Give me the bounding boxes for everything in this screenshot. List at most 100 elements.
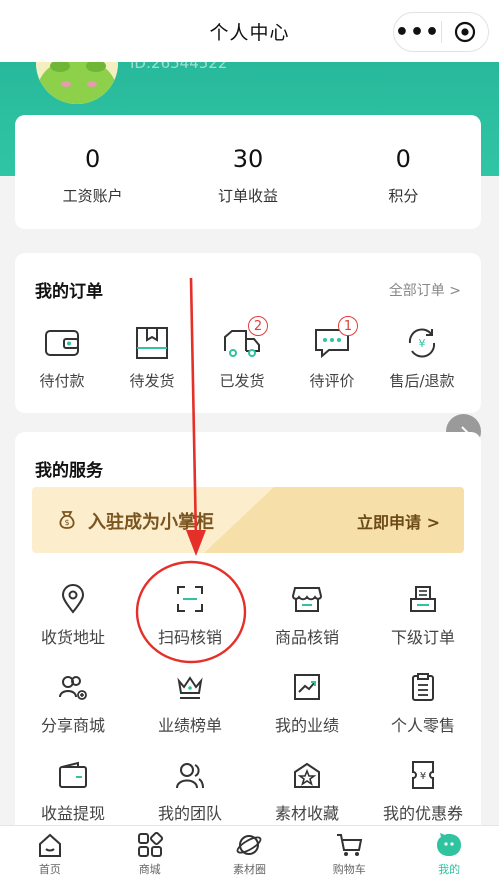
service-leaderboard[interactable]: 业绩榜单 [132, 670, 248, 736]
services-header: 我的服务 [15, 432, 481, 481]
order-shipped[interactable]: 2 已发货 [197, 316, 287, 391]
stat-value: 0 [85, 145, 101, 173]
service-label: 我的优惠券 [382, 804, 463, 823]
refund-icon: ¥ [408, 328, 436, 358]
service-share-mall[interactable]: 分享商城 [15, 670, 131, 736]
nav-bar: 个人中心 ••• [0, 0, 499, 62]
stat-points[interactable]: 0 积分 [326, 115, 481, 229]
share-users-icon [59, 676, 87, 700]
tab-cart[interactable]: 购物车 [299, 826, 399, 884]
stat-label: 工资账户 [62, 187, 123, 205]
service-my-coupons[interactable]: ¥ 我的优惠券 [365, 758, 481, 824]
service-label: 分享商城 [40, 716, 105, 735]
my-services-card: 我的服务 $ 入驻成为小掌柜 立即申请 > 收货地址 扫码核销 商品核销 下级订… [15, 432, 481, 852]
avatar[interactable] [36, 56, 118, 104]
order-pending-payment[interactable]: 待付款 [17, 324, 107, 391]
location-icon [61, 584, 85, 614]
shop-icon [292, 587, 322, 612]
svg-text:¥: ¥ [420, 771, 426, 782]
tab-label: 购物车 [332, 863, 366, 876]
bottom-tab-bar: 首页 商城 素材圈 购物车 我的 [0, 825, 499, 884]
order-item-label: 待付款 [39, 372, 85, 390]
package-icon [136, 327, 168, 359]
order-pending-shipment[interactable]: 待发货 [107, 324, 197, 391]
service-label: 个人零售 [390, 716, 455, 735]
service-label: 收益提现 [40, 804, 105, 823]
service-label: 下级订单 [390, 628, 455, 647]
order-after-sales[interactable]: ¥ 售后/退款 [377, 324, 467, 391]
apply-now-button[interactable]: 立即申请 > [357, 509, 440, 533]
scan-icon [177, 586, 203, 612]
stat-wage-account[interactable]: 0 工资账户 [15, 115, 170, 229]
service-label: 我的业绩 [274, 716, 339, 735]
svg-text:¥: ¥ [419, 337, 426, 350]
service-label: 我的团队 [157, 804, 222, 823]
stat-order-income[interactable]: 30 订单收益 [170, 115, 325, 229]
order-item-label: 待评价 [309, 372, 355, 390]
order-status-row: 待付款 待发货 2 已发货 1 待评价 ¥ 售后/退款 [15, 316, 481, 391]
planet-icon [237, 835, 262, 855]
service-label: 扫码核销 [157, 628, 222, 647]
stat-label: 订单收益 [217, 187, 278, 205]
order-pending-review[interactable]: 1 待评价 [287, 316, 377, 391]
more-icon: ••• [394, 19, 441, 45]
frog-avatar-icon [36, 56, 118, 104]
service-label: 素材收藏 [274, 804, 339, 823]
star-box-icon [294, 762, 320, 788]
wallet-icon [45, 330, 79, 356]
tab-home[interactable]: 首页 [0, 826, 100, 884]
service-personal-retail[interactable]: 个人零售 [365, 670, 481, 736]
mini-program-capsule: ••• [393, 12, 489, 52]
money-bag-icon: $ [59, 511, 75, 529]
page-title: 个人中心 [209, 21, 290, 44]
services-title: 我的服务 [35, 461, 103, 481]
service-shipping-address[interactable]: 收货地址 [15, 582, 131, 648]
service-withdraw[interactable]: 收益提现 [15, 758, 131, 824]
order-item-label: 已发货 [219, 372, 265, 390]
service-label: 商品核销 [274, 628, 339, 647]
close-mini-program-button[interactable] [442, 21, 488, 43]
coupon-icon: ¥ [412, 761, 434, 789]
service-label: 业绩榜单 [157, 716, 222, 735]
stat-value: 0 [395, 145, 411, 173]
service-my-team[interactable]: 我的团队 [132, 758, 248, 824]
banner-text: 入驻成为小掌柜 [88, 512, 214, 533]
team-icon [176, 763, 204, 789]
stats-card: 0 工资账户 30 订单收益 0 积分 [15, 115, 481, 229]
service-sub-orders[interactable]: 下级订单 [365, 582, 481, 648]
tab-mall[interactable]: 商城 [100, 826, 200, 884]
tab-label: 商城 [138, 863, 161, 876]
all-orders-link[interactable]: 全部订单 > [389, 280, 461, 300]
withdraw-wallet-icon [59, 761, 87, 788]
join-banner[interactable]: $ 入驻成为小掌柜 立即申请 > [32, 487, 464, 553]
shipped-count-badge: 2 [248, 316, 268, 336]
target-icon [454, 21, 476, 43]
service-label: 收货地址 [40, 628, 105, 647]
order-item-label: 待发货 [129, 372, 175, 390]
service-product-verify[interactable]: 商品核销 [249, 582, 365, 648]
order-tray-icon [410, 586, 436, 612]
trend-chart-icon [294, 674, 320, 700]
service-my-performance[interactable]: 我的业绩 [249, 670, 365, 736]
stat-value: 30 [232, 145, 264, 173]
orders-title: 我的订单 [35, 282, 103, 302]
tab-label: 我的 [438, 863, 461, 876]
my-orders-card: 我的订单 全部订单 > 待付款 待发货 2 已发货 1 待评价 ¥ 售后/退款 [15, 253, 481, 413]
service-material-favorites[interactable]: 素材收藏 [249, 758, 365, 824]
tab-me[interactable]: 我的 [399, 826, 499, 884]
stat-label: 积分 [388, 187, 419, 205]
tab-material[interactable]: 素材圈 [200, 826, 300, 884]
crown-icon [177, 676, 203, 699]
me-face-icon [437, 833, 462, 856]
tab-label: 素材圈 [232, 863, 266, 876]
cart-icon [337, 834, 363, 856]
home-icon [38, 833, 61, 857]
review-count-badge: 1 [338, 316, 358, 336]
svg-text:$: $ [64, 518, 69, 527]
clipboard-icon [412, 673, 434, 701]
more-button[interactable]: ••• [394, 20, 441, 45]
grid-apps-icon [137, 832, 163, 857]
tab-label: 首页 [38, 863, 61, 876]
orders-header: 我的订单 全部订单 > [15, 253, 481, 302]
service-scan-verify[interactable]: 扫码核销 [132, 582, 248, 648]
